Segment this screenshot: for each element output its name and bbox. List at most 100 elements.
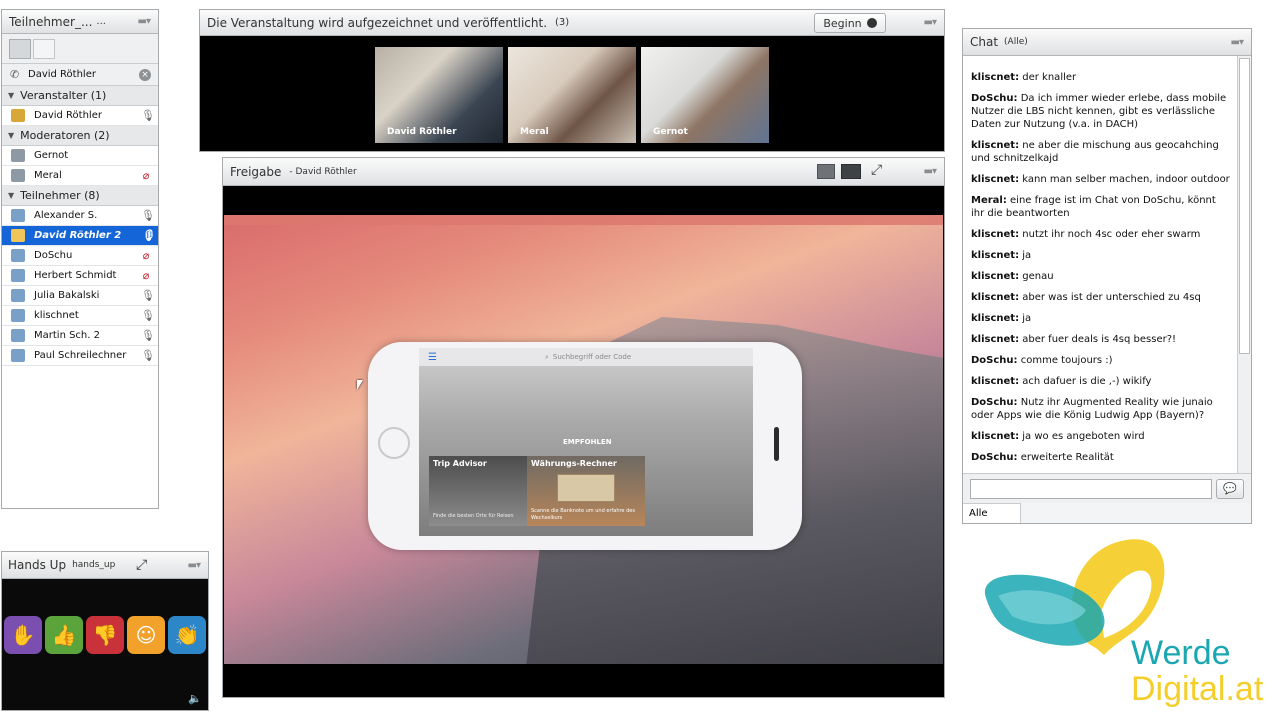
start-webcam-button[interactable]: Beginn bbox=[814, 13, 886, 33]
chat-bubble-icon: 💬 bbox=[1223, 482, 1237, 495]
phone-screen[interactable]: ☰ ⌕ Suchbegriff oder Code EMPFOHLEN Trip… bbox=[419, 348, 753, 536]
logo-line1: Werde bbox=[1131, 634, 1231, 672]
attendee-row[interactable]: Martin Sch. 2 🎙 bbox=[2, 326, 158, 346]
attendee-row[interactable]: Gernot bbox=[2, 146, 158, 166]
chat-author: DoSchu: bbox=[971, 93, 1018, 104]
chat-author: kliscnet: bbox=[971, 250, 1020, 261]
user-icon bbox=[11, 329, 25, 342]
attendee-name: Herbert Schmidt bbox=[34, 270, 117, 281]
chat-text: kann man selber machen, indoor outdoor bbox=[1022, 174, 1230, 185]
raise-hand-icon[interactable]: ✋ bbox=[4, 616, 42, 654]
attendee-row[interactable]: Paul Schreilechner 🎙 bbox=[2, 346, 158, 366]
clear-icon[interactable]: × bbox=[139, 69, 151, 81]
user-icon bbox=[11, 309, 25, 322]
phone-icon: ✆ bbox=[10, 68, 20, 81]
thumbs-down-icon[interactable]: 👎 bbox=[86, 616, 124, 654]
group-presenters[interactable]: ▼ Moderatoren (2) bbox=[2, 126, 158, 146]
chat-pod: Chat (Alle) ▬▾ kliscnet: der knaller DoSc… bbox=[962, 28, 1252, 524]
menu-icon[interactable]: ▬▾ bbox=[138, 16, 152, 27]
banknote-image bbox=[557, 474, 615, 502]
video-name: Gernot bbox=[653, 127, 688, 137]
mac-menubar bbox=[224, 215, 943, 225]
chat-text: ja wo es angeboten wird bbox=[1022, 431, 1145, 442]
attendee-row[interactable]: Julia Bakalski 🎙 bbox=[2, 286, 158, 306]
shared-screen[interactable]: ☰ ⌕ Suchbegriff oder Code EMPFOHLEN Trip… bbox=[224, 215, 943, 664]
video-tile[interactable]: Meral bbox=[508, 47, 636, 143]
clap-icon[interactable]: 👏 bbox=[168, 616, 206, 654]
chat-text: aber fuer deals is 4sq besser?! bbox=[1022, 334, 1177, 345]
video-tile[interactable]: David Röthler bbox=[375, 47, 503, 143]
thumbs-up-icon[interactable]: 👍 bbox=[45, 616, 83, 654]
app-search-bar[interactable]: ☰ ⌕ Suchbegriff oder Code bbox=[419, 348, 753, 366]
app-card-currency[interactable]: Währungs-Rechner Scanne die Banknote um … bbox=[527, 456, 645, 526]
chat-message: kliscnet: nutzt ihr noch 4sc oder eher s… bbox=[971, 228, 1231, 241]
chat-author: kliscnet: bbox=[971, 72, 1020, 83]
search-row[interactable]: ✆ David Röthler × bbox=[2, 64, 158, 86]
group-hosts[interactable]: ▼ Veranstalter (1) bbox=[2, 86, 158, 106]
attendee-row[interactable]: Herbert Schmidt ⌀ bbox=[2, 266, 158, 286]
attendees-pod-title-more: ... bbox=[96, 16, 106, 27]
hamburger-menu-icon[interactable]: ☰ bbox=[428, 352, 437, 363]
chat-scope: (Alle) bbox=[1004, 37, 1028, 47]
attendee-name: Alexander S. bbox=[34, 210, 98, 221]
chat-author: DoSchu: bbox=[971, 397, 1018, 408]
smile-icon[interactable]: ☺ bbox=[127, 616, 165, 654]
start-button-label: Beginn bbox=[823, 16, 862, 30]
chat-message: kliscnet: ach dafuer is die ,-) wikify bbox=[971, 375, 1231, 388]
attendee-name: David Röthler bbox=[34, 110, 102, 121]
phone-home-button bbox=[378, 427, 410, 459]
fullscreen-icon[interactable]: ⤢ bbox=[871, 162, 882, 178]
user-icon bbox=[11, 349, 25, 362]
chat-author: kliscnet: bbox=[971, 334, 1020, 345]
chat-message: DoSchu: Nutz ihr Augmented Reality wie j… bbox=[971, 396, 1231, 422]
recommended-label: EMPFOHLEN bbox=[563, 438, 612, 446]
menu-icon[interactable]: ▬▾ bbox=[924, 17, 938, 28]
participant-count: (3) bbox=[555, 17, 570, 28]
chat-message-list[interactable]: kliscnet: der knaller DoSchu: Da ich imme… bbox=[963, 56, 1237, 473]
speaker-icon[interactable]: 🔈 bbox=[188, 692, 202, 705]
menu-icon[interactable]: ▬▾ bbox=[188, 560, 202, 571]
phone-speaker bbox=[774, 427, 779, 461]
chat-text: eine frage ist im Chat von DoSchu, könnt… bbox=[971, 195, 1216, 219]
chat-message: kliscnet: der knaller bbox=[971, 71, 1231, 84]
chat-message: kliscnet: aber was ist der unterschied z… bbox=[971, 291, 1231, 304]
attendee-name: David Röthler 2 bbox=[34, 230, 122, 241]
attendee-row[interactable]: Meral ⌀ bbox=[2, 166, 158, 186]
hands-up-subtitle: hands_up bbox=[72, 560, 116, 570]
phone-mockup: ☰ ⌕ Suchbegriff oder Code EMPFOHLEN Trip… bbox=[368, 342, 802, 550]
collapse-arrow-icon[interactable]: ▼ bbox=[8, 191, 14, 200]
card-view-icon[interactable] bbox=[33, 39, 55, 59]
send-message-button[interactable]: 💬 bbox=[1216, 479, 1244, 499]
chat-scrollbar[interactable] bbox=[1237, 56, 1251, 473]
list-view-icon[interactable] bbox=[9, 39, 31, 59]
chat-author: kliscnet: bbox=[971, 174, 1020, 185]
attendee-row[interactable]: Alexander S. 🎙 bbox=[2, 206, 158, 226]
chat-message: kliscnet: ja wo es angeboten wird bbox=[971, 430, 1231, 443]
attendee-row[interactable]: klischnet 🎙 bbox=[2, 306, 158, 326]
app-card-trip-advisor[interactable]: Trip Advisor Finde die besten Orte für R… bbox=[429, 456, 527, 526]
chat-input[interactable] bbox=[970, 479, 1212, 499]
video-tile[interactable]: Gernot bbox=[641, 47, 769, 143]
mic-muted-icon: ⌀ bbox=[142, 269, 150, 282]
chat-message: kliscnet: aber fuer deals is 4sq besser?… bbox=[971, 333, 1231, 346]
layout-small-icon[interactable] bbox=[817, 164, 835, 179]
menu-icon[interactable]: ▬▾ bbox=[924, 166, 938, 177]
fullscreen-icon[interactable]: ⤢ bbox=[136, 557, 147, 573]
app-search-placeholder: Suchbegriff oder Code bbox=[552, 353, 632, 361]
chat-author: kliscnet: bbox=[971, 140, 1020, 151]
chat-author: Meral: bbox=[971, 195, 1007, 206]
collapse-arrow-icon[interactable]: ▼ bbox=[8, 91, 14, 100]
group-participants[interactable]: ▼ Teilnehmer (8) bbox=[2, 186, 158, 206]
chat-author: DoSchu: bbox=[971, 355, 1018, 366]
menu-icon[interactable]: ▬▾ bbox=[1231, 37, 1245, 48]
collapse-arrow-icon[interactable]: ▼ bbox=[8, 131, 14, 140]
attendee-row[interactable]: DoSchu ⌀ bbox=[2, 246, 158, 266]
chat-scrollbar-thumb[interactable] bbox=[1239, 58, 1250, 354]
attendee-row[interactable]: David Röthler 🎙 bbox=[2, 106, 158, 126]
attendee-row-selected[interactable]: David Röthler 2 🎙 bbox=[2, 226, 158, 246]
recipient-selector[interactable]: Alle bbox=[963, 503, 1021, 523]
chat-author: kliscnet: bbox=[971, 292, 1020, 303]
card-title: Währungs-Rechner bbox=[531, 459, 617, 468]
layout-large-icon[interactable] bbox=[841, 164, 861, 179]
user-icon bbox=[11, 249, 25, 262]
